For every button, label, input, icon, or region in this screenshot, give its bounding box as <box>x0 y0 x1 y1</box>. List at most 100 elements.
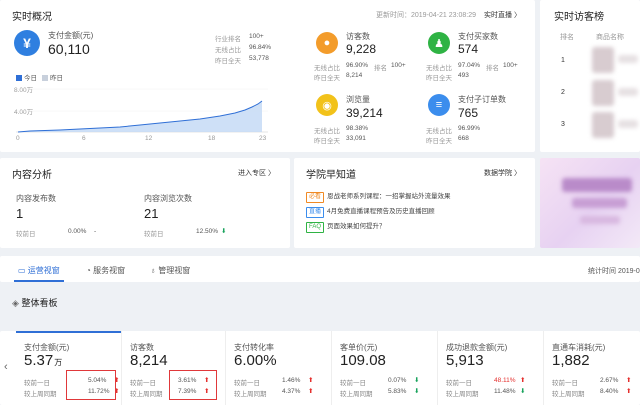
posts-cmp-dash: - <box>94 228 96 235</box>
metric-d1-value: 48.11% <box>494 377 516 384</box>
kpi-pageviews-r2-label: 昨日全天 <box>314 135 340 145</box>
banner-blur-text-1 <box>562 178 632 192</box>
academy-card: 学院早知道 数据学院 〉 必看恩战老师系列课程：一招掌握站外流量效果 直播4月免… <box>294 158 535 248</box>
views-value: 21 <box>144 206 158 221</box>
content-analysis-card: 内容分析 进入专区 〉 内容发布数 1 较前日 0.00% - 内容浏览次数 2… <box>0 158 290 248</box>
kpi-suborders-r2-label: 昨日全天 <box>426 135 452 145</box>
metric-d2-value: 8.40% <box>600 388 618 395</box>
kpi-visitors-rank-value: 100+ <box>391 62 406 69</box>
content-title: 内容分析 <box>12 166 52 181</box>
tag-faq: FAQ <box>306 222 324 233</box>
posts-value: 1 <box>16 206 23 221</box>
layers-icon: ◈ <box>12 298 19 308</box>
kpi-pageviews-r2-value: 33,091 <box>346 135 366 142</box>
tab-management[interactable]: ♁ 管理视窗 <box>150 265 190 276</box>
kpi-pageviews-r1-label: 无线占比 <box>314 125 340 135</box>
stats-time: 统计时间 2019-0 <box>588 266 640 276</box>
tab-service[interactable]: ◔ 服务视窗 <box>86 265 125 276</box>
tab-operations[interactable]: ▭ 运营视窗 <box>18 265 60 276</box>
yuan-icon: ¥ <box>14 30 40 56</box>
kpi-visitors-r2-value: 8,214 <box>346 72 362 79</box>
content-link[interactable]: 进入专区 〉 <box>238 168 275 178</box>
product-thumb-1[interactable] <box>592 47 614 73</box>
metric-unit: 万 <box>54 358 62 367</box>
kpi-visitors-label: 访客数 <box>346 31 370 42</box>
update-time: 更新时间：2019-04-21 23:08:29 <box>376 10 476 20</box>
kpi-buyers-value: 574 <box>458 42 478 56</box>
academy-item-2-text: 4月免费直播课程预告及历史直播回顾 <box>327 208 435 215</box>
academy-item-1[interactable]: 必看恩战老师系列课程：一招掌握站外流量效果 <box>306 190 451 203</box>
metric-value: 109.08 <box>340 352 387 369</box>
order-icon: ≡ <box>428 94 450 116</box>
metric-d1-arrow-icon: ⬆ <box>520 376 525 384</box>
live-link[interactable]: 实时直播 〉 <box>484 10 521 20</box>
academy-item-3[interactable]: FAQ页面效果如何提升？ <box>306 220 386 233</box>
kpi-suborders-r2-value: 668 <box>458 135 469 142</box>
metric-d2-label: 较上周同期 <box>234 388 267 398</box>
views-cmp-label: 较前日 <box>144 228 164 238</box>
metric-d2-value: 4.37% <box>282 388 300 395</box>
legend-today: 今日 <box>16 72 37 82</box>
kpi-buyers-r1-value: 97.04% <box>458 62 480 69</box>
views-label: 内容浏览次数 <box>144 193 192 204</box>
legend-yesterday: 昨日 <box>42 72 63 82</box>
academy-link[interactable]: 数据学院 〉 <box>484 168 521 178</box>
metric-d1-label: 较前一日 <box>130 377 156 387</box>
product-thumb-2[interactable] <box>592 80 614 106</box>
metric-value: 5,913 <box>446 352 485 369</box>
users-icon: ♟ <box>428 32 450 54</box>
metric-card[interactable]: 成功退款金额(元)5,913较前一日48.11%⬆较上周同期11.48%⬇ <box>438 331 544 405</box>
banner-blur-text-2 <box>572 198 627 208</box>
metric-d1-label: 较前一日 <box>446 377 472 387</box>
tabs-bar: ▭ 运营视窗 ◔ 服务视窗 ♁ 管理视窗 统计时间 2019-0 <box>0 256 640 282</box>
rank-1: 1 <box>561 57 565 64</box>
kpi-visitors-r2-label: 昨日全天 <box>314 72 340 82</box>
metric-d2-label: 较上周同期 <box>446 388 479 398</box>
eye-icon: ◉ <box>316 94 338 116</box>
metrics-prev-arrow[interactable]: ‹ <box>4 361 8 373</box>
x-tick-0: 0 <box>16 135 20 142</box>
highlight-box-visitors <box>169 370 217 400</box>
kpi-buyers-rank-label: 排名 <box>486 62 499 72</box>
metric-d1-arrow-icon: ⬆ <box>626 376 631 384</box>
kpi-pageviews-r1-value: 98.38% <box>346 125 368 132</box>
metric-card[interactable]: 直通车消耗(元)1,882较前一日2.67%⬆较上周同期8.40%⬆ <box>544 331 640 405</box>
metric-d1-label: 较前一日 <box>552 377 578 387</box>
metric-d2-label: 较上周同期 <box>340 388 373 398</box>
industry-rank-value: 100+ <box>249 33 264 40</box>
kpi-suborders-r1-label: 无线占比 <box>426 125 452 135</box>
footprint-icon: ● <box>316 32 338 54</box>
metric-d1-arrow-icon: ⬇ <box>414 376 419 384</box>
dashboard-header: ◈ 整体看板 <box>12 296 57 309</box>
metric-d1-label: 较前一日 <box>340 377 366 387</box>
metric-d1-value: 1.46% <box>282 377 300 384</box>
metric-card[interactable]: 客单价(元)109.08较前一日0.07%⬇较上周同期5.83%⬇ <box>332 331 438 405</box>
col-rank: 排名 <box>560 32 574 42</box>
kpi-pageviews-label: 浏览量 <box>346 94 370 105</box>
wireless-value: 96.84% <box>249 44 271 51</box>
monitor-icon: ▭ <box>18 266 26 275</box>
banner-blur-text-3 <box>580 216 620 224</box>
highlight-box-payment <box>66 370 116 400</box>
academy-item-2[interactable]: 直播4月免费直播课程预告及历史直播回顾 <box>306 205 435 218</box>
metric-value: 6.00% <box>234 352 278 369</box>
kpi-buyers-r2-value: 493 <box>458 72 469 79</box>
metric-d1-value: 2.67% <box>600 377 618 384</box>
tag-live: 直播 <box>306 207 324 218</box>
realtime-title: 实时概况 <box>12 8 52 23</box>
metric-d2-value: 11.48% <box>494 388 516 395</box>
kpi-buyers-label: 支付买家数 <box>458 31 498 42</box>
rank-2: 2 <box>561 89 565 96</box>
metric-d2-arrow-icon: ⬆ <box>308 387 313 395</box>
arrow-down-icon: ⬇ <box>221 227 226 235</box>
rank-3: 3 <box>561 121 565 128</box>
promo-banner[interactable] <box>540 158 640 248</box>
payment-label: 支付金额(元) <box>48 30 93 41</box>
product-thumb-3[interactable] <box>592 112 614 138</box>
col-item: 商品名称 <box>596 32 624 42</box>
kpi-suborders-value: 765 <box>458 106 478 120</box>
metric-card[interactable]: 支付转化率6.00%较前一日1.46%⬆较上周同期4.37%⬆ <box>226 331 332 405</box>
posts-cmp-value: 0.00% <box>68 228 86 235</box>
kpi-suborders-r1-value: 96.99% <box>458 125 480 132</box>
metric-d2-label: 较上周同期 <box>552 388 585 398</box>
